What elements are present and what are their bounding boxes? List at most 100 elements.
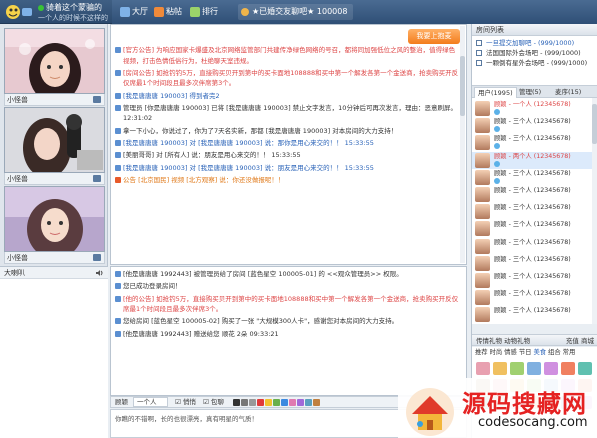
speaker-panel: 大喇叭 bbox=[0, 266, 108, 438]
gift-cat[interactable]: 组合 bbox=[548, 349, 561, 356]
video-feed-3 bbox=[5, 187, 104, 251]
rank-icon bbox=[190, 7, 200, 17]
announcement-icon bbox=[115, 176, 121, 183]
gift-item-icon[interactable] bbox=[510, 362, 524, 375]
gift-cat[interactable]: 节日 bbox=[519, 349, 532, 356]
avatar bbox=[475, 118, 490, 134]
emoji-icon[interactable] bbox=[265, 399, 272, 406]
room-expand-icon[interactable] bbox=[476, 60, 482, 66]
public-chat-panel[interactable]: 我要上抱麦 [官方公告] 为响应国家卡爆盛及北京网络监管部门共建传净绿色网络的号… bbox=[110, 24, 467, 265]
video-slot-1[interactable] bbox=[4, 28, 105, 94]
camera-icon bbox=[93, 175, 101, 182]
nav-rank[interactable]: 排行 bbox=[188, 3, 218, 21]
gift-panel-title[interactable]: 传情礼物 动物礼物 bbox=[476, 337, 530, 345]
notice-icon bbox=[115, 47, 121, 53]
gift-item-icon[interactable] bbox=[476, 362, 490, 375]
request-mic-button[interactable]: 我要上抱麦 bbox=[408, 29, 460, 44]
right-column: 房间列表 一旦提交加聊吧 - (999/1000) 法国国际外会场吧 - (99… bbox=[471, 24, 597, 438]
gift-categories: 推荐 时尚 情感 节日 美食 组合 常用 bbox=[472, 347, 597, 359]
user-list[interactable]: 顾颖 - 三个人 (12345678) 顾颖 - 三个人 (12345678) 顾颖… bbox=[472, 98, 597, 324]
user-list-item[interactable]: 顾颖 - 三个人 (12345678) bbox=[472, 289, 592, 306]
gift-cat[interactable]: 常用 bbox=[563, 349, 576, 356]
gift-item-icon[interactable] bbox=[493, 362, 507, 375]
gift-cat[interactable]: 美食 bbox=[533, 349, 546, 356]
user-list-scrollbar[interactable] bbox=[592, 98, 597, 324]
scroll-thumb[interactable] bbox=[460, 56, 465, 116]
gift-icon bbox=[115, 330, 121, 337]
video-feed-2 bbox=[5, 108, 104, 172]
room-list-item[interactable]: 一颗倒有星外会场吧 - (999/1000) bbox=[472, 58, 597, 68]
color-icon[interactable] bbox=[257, 399, 264, 406]
message-item: [他是唐唐唐 1992443] 赠送给您 顺花 2朵 09:33:21 bbox=[115, 329, 460, 340]
user-list-item[interactable]: 顾颖 - 三个人 (12345678) bbox=[472, 220, 592, 237]
gift-item-icon[interactable] bbox=[544, 362, 558, 375]
user-list-item[interactable]: 顾颖 - 三个人 (12345678) bbox=[472, 255, 592, 272]
notice-icon bbox=[115, 295, 121, 302]
gift-cat[interactable]: 情感 bbox=[504, 349, 517, 356]
user-level-icon bbox=[494, 143, 500, 150]
scroll-thumb[interactable] bbox=[592, 104, 597, 144]
user-name: 顾颖 - 三个人 (12345678) bbox=[494, 238, 571, 246]
notice-icon bbox=[115, 69, 121, 76]
gift-cat[interactable]: 推荐 bbox=[475, 349, 488, 356]
bold-icon[interactable] bbox=[233, 399, 240, 406]
user-list-item[interactable]: 顾颖 - 三个人 (12345678) bbox=[472, 203, 592, 220]
user-list-item[interactable]: 顾颖 - 三个人 (12345678) bbox=[472, 169, 592, 186]
user-level-icon bbox=[494, 177, 500, 184]
user-list-item[interactable]: 顾颖 - 三个人 (12345678) bbox=[472, 117, 592, 134]
gift-item-icon[interactable] bbox=[578, 362, 592, 375]
user-list-item[interactable]: 顾颖 - 三个人 (12345678) bbox=[472, 272, 592, 289]
private-message-list: [他是唐唐唐 1992443] 被管理员给了房间 [蓝色星空 100005-01… bbox=[115, 269, 460, 341]
video-slot-2[interactable] bbox=[4, 107, 105, 173]
tab-users[interactable]: 用户(1995) bbox=[474, 87, 517, 98]
user-list-item[interactable]: 顾颖 - 两个人 (12345678) bbox=[472, 151, 592, 169]
message-item: [他是唐唐唐 1992443] 被管理员给了房间 [蓝色星空 100005-01… bbox=[115, 269, 460, 280]
public-message-list: [官方公告] 为响应国家卡爆盛及北京网络监管部门共建传净绿色网络的号召，都将同加… bbox=[115, 45, 460, 187]
video-slot-3[interactable] bbox=[4, 186, 105, 252]
user-name[interactable]: 骑着这个蒙骗的 bbox=[38, 2, 102, 13]
room-expand-icon[interactable] bbox=[476, 40, 482, 46]
screenshot-icon[interactable] bbox=[281, 399, 288, 406]
tab-admins[interactable]: 管理(5) bbox=[516, 87, 544, 98]
private-checkbox[interactable]: ☑ 悄悄 bbox=[175, 397, 196, 408]
gift-cat[interactable]: 时尚 bbox=[490, 349, 503, 356]
magic-icon[interactable] bbox=[297, 399, 304, 406]
avatar bbox=[475, 101, 490, 116]
video-label-2: 小怪兽 bbox=[4, 173, 105, 185]
room-list-item[interactable]: 一旦提交加聊吧 - (999/1000) bbox=[472, 38, 597, 48]
watermark-text: 源码搜藏网 bbox=[462, 390, 587, 418]
image-icon[interactable] bbox=[273, 399, 280, 406]
settings-icon[interactable] bbox=[313, 399, 320, 406]
tab-mic-queue[interactable]: 麦序(15) bbox=[552, 87, 584, 98]
user-list-item[interactable]: 顾颖 - 三个人 (12345678) bbox=[472, 306, 592, 323]
user-list-item[interactable]: 顾颖 - 三个人 (12345678) bbox=[472, 186, 592, 203]
user-list-item[interactable]: 顾颖 - 三个人 (12345678) bbox=[472, 238, 592, 255]
private-chat-panel[interactable]: [他是唐唐唐 1992443] 被管理员给了房间 [蓝色星空 100005-01… bbox=[110, 266, 467, 396]
message-item: [我是唐唐唐 190003] 对 [我是唐唐唐 190003] 说：那你是用心来… bbox=[115, 138, 460, 149]
gift-panel-header: 传情礼物 动物礼物 充值 商城 bbox=[472, 334, 597, 346]
current-room-tab[interactable]: ★已婚交友聊吧★ 100008 bbox=[238, 4, 354, 20]
nav-paste[interactable]: 粘帖 bbox=[152, 3, 182, 21]
chat-scrollbar[interactable] bbox=[460, 26, 465, 263]
user-level-icon bbox=[494, 160, 500, 167]
clear-icon[interactable] bbox=[305, 399, 312, 406]
room-list-item[interactable]: 法国国际外会场吧 - (999/1000) bbox=[472, 48, 597, 58]
room-expand-icon[interactable] bbox=[476, 50, 482, 56]
recipient-select[interactable]: 一个人 bbox=[133, 397, 168, 407]
paste-icon bbox=[154, 7, 164, 17]
message-icon bbox=[115, 152, 121, 159]
avatar bbox=[475, 135, 490, 151]
gift-panel-links[interactable]: 充值 商城 bbox=[566, 335, 594, 347]
message-icon bbox=[115, 271, 121, 277]
underline-icon[interactable] bbox=[249, 399, 256, 406]
nav-hall[interactable]: 大厅 bbox=[118, 3, 148, 21]
flower-icon[interactable] bbox=[289, 399, 296, 406]
user-list-item[interactable]: 顾颖 - 三个人 (12345678) bbox=[472, 134, 592, 151]
italic-icon[interactable] bbox=[241, 399, 248, 406]
gift-item-icon[interactable] bbox=[527, 362, 541, 375]
user-list-item[interactable]: 顾颖 - 一个人 (12345678) bbox=[472, 100, 592, 117]
user-signature[interactable]: 一个人的时候不这样的 bbox=[38, 13, 108, 23]
chat-mode-checkbox[interactable]: ☑ 包聊 bbox=[203, 397, 224, 408]
volume-icon[interactable] bbox=[96, 269, 104, 277]
gift-item-icon[interactable] bbox=[561, 362, 575, 375]
